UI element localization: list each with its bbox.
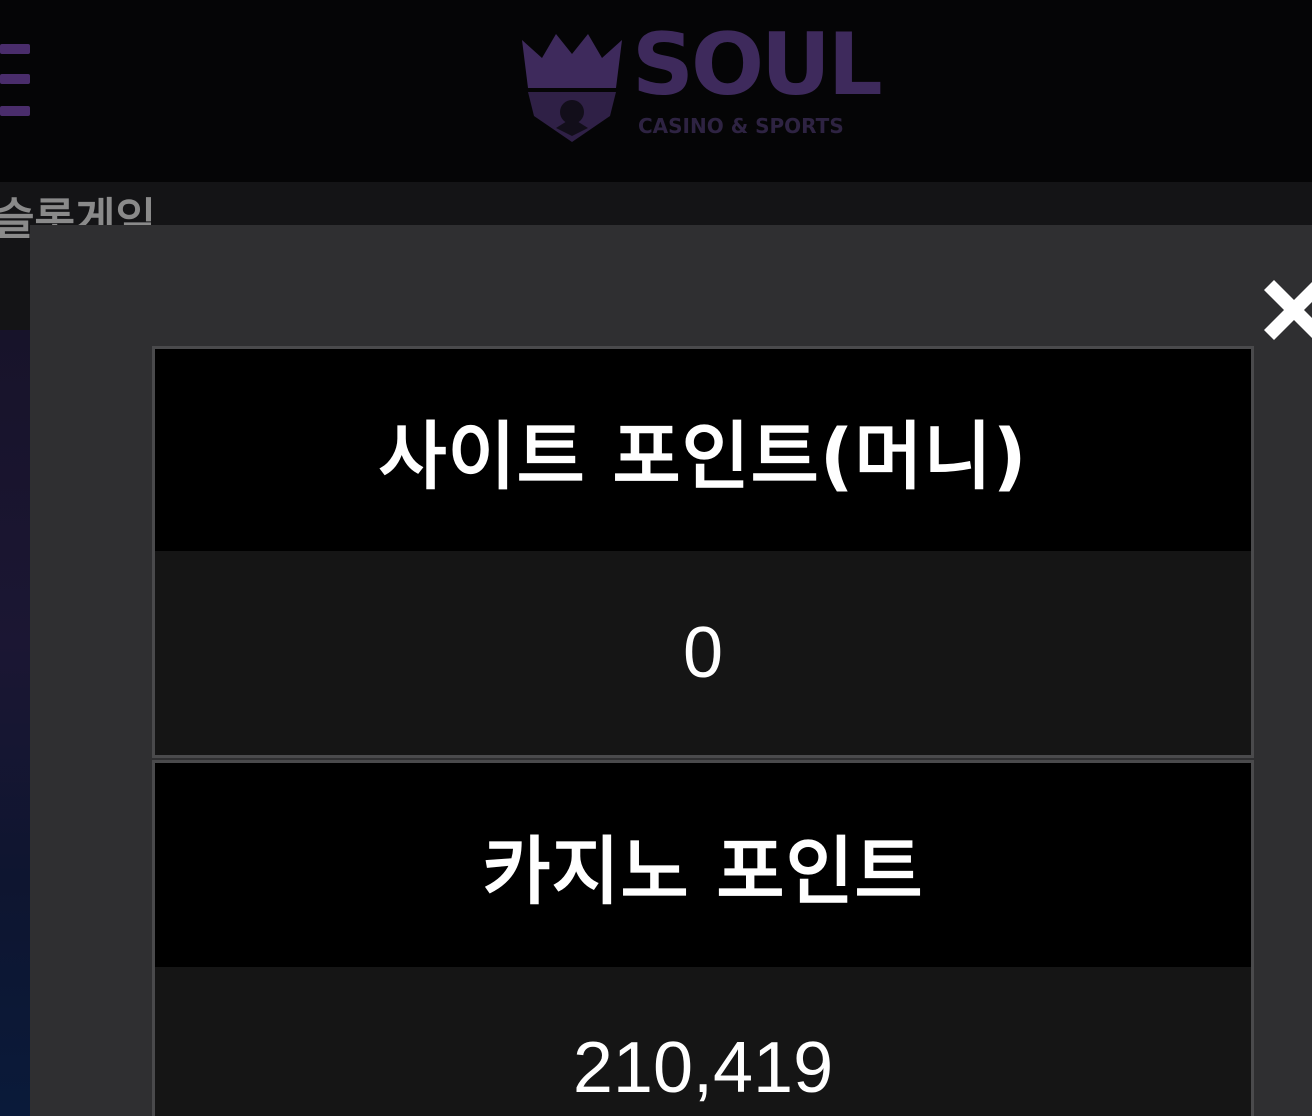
top-header: SOUL CASINO & SPORTS	[0, 0, 1312, 182]
logo-tagline: CASINO & SPORTS	[638, 114, 844, 138]
background-banner-strip	[0, 330, 30, 1116]
casino-points-label: 카지노 포인트	[155, 763, 1251, 967]
crown-shield-icon	[522, 34, 622, 142]
site-logo[interactable]: SOUL CASINO & SPORTS	[512, 15, 902, 148]
hamburger-menu-icon[interactable]	[0, 42, 34, 120]
site-points-value: 0	[155, 551, 1251, 755]
logo-wordmark: SOUL	[632, 15, 883, 115]
casino-points-card: 카지노 포인트 210,419	[152, 760, 1254, 1116]
site-points-card: 사이트 포인트(머니) 0	[152, 346, 1254, 758]
site-points-label: 사이트 포인트(머니)	[155, 349, 1251, 551]
close-icon[interactable]	[1264, 266, 1312, 350]
casino-points-value: 210,419	[155, 967, 1251, 1116]
page: SOUL CASINO & SPORTS 슬롯게임 사이트 포인트(머니) 0 …	[0, 0, 1312, 1116]
